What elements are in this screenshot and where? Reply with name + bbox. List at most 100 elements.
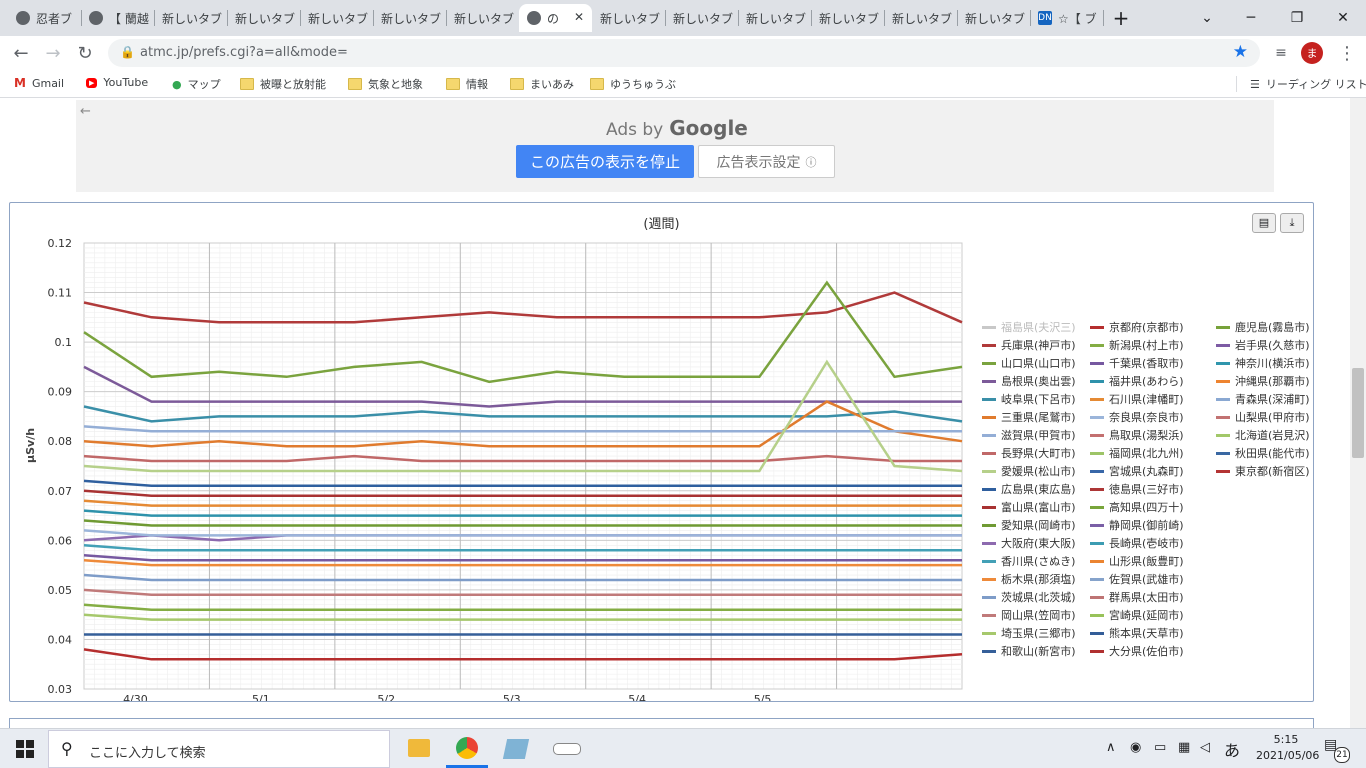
legend-item[interactable]: 愛知県(岡崎市) [982,517,1076,533]
browser-tab[interactable]: 新しいタブ [665,4,738,32]
legend-item[interactable]: 山形県(飯豊町) [1090,553,1184,569]
bookmark-item[interactable]: ▶ YouTube [86,76,148,89]
legend-item[interactable]: 沖縄県(那覇市) [1216,373,1310,389]
browser-tab[interactable]: 新しいタブ [592,4,665,32]
volume-icon[interactable]: ◁ [1200,740,1210,755]
legend-item[interactable]: 岐阜県(下呂市) [982,391,1076,407]
legend-item[interactable]: 神奈川(横浜市) [1216,355,1310,371]
clock[interactable]: 5:15 2021/05/06 [1256,732,1319,764]
legend-item[interactable]: 青森県(深浦町) [1216,391,1310,407]
bookmark-item[interactable]: 被曝と放射能 [240,76,326,92]
ad-settings-button[interactable]: 広告表示設定 ⓘ [698,145,835,178]
taskbar-search[interactable]: ⚲ ここに入力して検索 [48,730,390,768]
stop-ad-button[interactable]: この広告の表示を停止 [516,145,694,178]
browser-tab[interactable]: 【 蘭越 [81,4,154,32]
legend-item[interactable]: 岡山県(笠岡市) [982,607,1076,623]
bookmark-item[interactable]: M Gmail [14,76,64,90]
scrollbar-thumb[interactable] [1352,368,1364,458]
reading-list-button[interactable]: ☰ リーディング リスト [1250,76,1366,92]
back-button[interactable]: ← [8,40,34,66]
legend-item[interactable]: 大分県(佐伯市) [1090,643,1184,659]
legend-item[interactable]: 山梨県(甲府市) [1216,409,1310,425]
legend-item[interactable]: 埼玉県(三郷市) [982,625,1076,641]
legend-item[interactable]: 福岡県(北九州) [1090,445,1184,461]
legend-item[interactable]: 香川県(さぬき) [982,553,1075,569]
legend-item[interactable]: 奈良県(奈良市) [1090,409,1184,425]
media-control-button[interactable]: ≡ [1268,40,1294,66]
page-scrollbar[interactable] [1350,98,1366,728]
browser-tab[interactable]: 新しいタブ [373,4,446,32]
legend-item[interactable]: 和歌山(新宮市) [982,643,1076,659]
legend-item[interactable]: 栃木県(那須塩) [982,571,1076,587]
legend-item[interactable]: 広島県(東広島) [982,481,1076,497]
file-explorer-icon[interactable] [408,739,430,757]
new-tab-icon[interactable]: + [1107,4,1135,32]
meet-now-icon[interactable]: ◉ [1130,740,1141,755]
legend-item[interactable]: 富山県(富山市) [982,499,1076,515]
legend-item[interactable]: 新潟県(村上市) [1090,337,1184,353]
legend-item[interactable]: 北海道(岩見沢) [1216,427,1310,443]
legend-item[interactable]: 秋田県(能代市) [1216,445,1310,461]
windows-start-button[interactable] [16,740,34,758]
legend-item[interactable]: 静岡県(御前崎) [1090,517,1184,533]
legend-item[interactable]: 滋賀県(甲賀市) [982,427,1076,443]
bookmark-item[interactable]: ● マップ [172,76,221,92]
browser-tab[interactable]: 新しいタブ [154,4,227,32]
legend-item[interactable]: 山口県(山口市) [982,355,1076,371]
bookmark-item[interactable]: 情報 [446,76,488,92]
menu-button[interactable]: ⋮ [1334,40,1360,66]
browser-tab[interactable]: 新しいタブ [446,4,519,32]
browser-tab[interactable]: 新しいタブ [884,4,957,32]
close-window-icon[interactable]: ✕ [1320,4,1366,32]
ad-back-arrow-icon[interactable]: ← [80,104,91,119]
legend-item[interactable]: 三重県(尾鷲市) [982,409,1076,425]
ime-indicator[interactable]: あ [1224,737,1240,761]
legend-item[interactable]: 東京都(新宿区) [1216,463,1310,479]
legend-item[interactable]: 宮崎県(延岡市) [1090,607,1184,623]
tab-search-icon[interactable]: ⌄ [1184,4,1230,32]
train-app-icon[interactable] [553,743,581,755]
legend-item[interactable]: 岩手県(久慈市) [1216,337,1310,353]
legend-item[interactable]: 鳥取県(湯梨浜) [1090,427,1184,443]
reload-button[interactable]: ↻ [72,40,98,66]
bookmark-item[interactable]: 気象と地象 [348,76,423,92]
legend-item[interactable]: 高知県(四万十) [1090,499,1184,515]
legend-item[interactable]: 群馬県(太田市) [1090,589,1184,605]
bookmark-item[interactable]: まいあみ [510,76,574,92]
legend-item[interactable]: 大阪府(東大阪) [982,535,1076,551]
chrome-icon[interactable] [456,737,478,759]
legend-item[interactable]: 愛媛県(松山市) [982,463,1076,479]
battery-icon[interactable]: ▭ [1154,740,1166,755]
minimize-icon[interactable]: ─ [1228,4,1274,32]
legend-item[interactable]: 千葉県(香取市) [1090,355,1184,371]
browser-tab[interactable]: 新しいタブ [957,4,1030,32]
legend-item[interactable]: 長野県(大町市) [982,445,1076,461]
browser-tab[interactable]: の ✕ [519,4,592,32]
legend-item[interactable]: 宮城県(丸森町) [1090,463,1184,479]
legend-item[interactable]: 兵庫県(神戸市) [982,337,1076,353]
address-bar[interactable]: 🔒 atmc.jp/prefs.cgi?a=all&mode= ★ [108,39,1260,67]
legend-item[interactable]: 長崎県(壱岐市) [1090,535,1184,551]
legend-item[interactable]: 京都府(京都市) [1090,319,1184,335]
browser-tab[interactable]: DN ☆【 ブ [1030,4,1103,32]
close-tab-icon[interactable]: ✕ [574,10,584,24]
network-icon[interactable]: ▦ [1178,740,1190,755]
bookmark-star-icon[interactable]: ★ [1233,42,1248,62]
legend-item[interactable]: 石川県(津幡町) [1090,391,1184,407]
bookmark-item[interactable]: ゆうちゅうぶ [590,76,676,92]
profile-avatar[interactable]: ま [1301,42,1323,64]
legend-item[interactable]: 福島県(夫沢三) [982,319,1076,335]
legend-item[interactable]: 島根県(奥出雲) [982,373,1076,389]
browser-tab[interactable]: 忍者ブ [8,4,81,32]
browser-tab[interactable]: 新しいタブ [738,4,811,32]
browser-tab[interactable]: 新しいタブ [300,4,373,32]
forward-button[interactable]: → [40,40,66,66]
legend-item[interactable]: 茨城県(北茨城) [982,589,1076,605]
browser-tab[interactable]: 新しいタブ [811,4,884,32]
maximize-icon[interactable]: ❐ [1274,4,1320,32]
legend-item[interactable]: 福井県(あわら) [1090,373,1184,389]
legend-item[interactable]: 徳島県(三好市) [1090,481,1184,497]
browser-tab[interactable]: 新しいタブ [227,4,300,32]
app-icon[interactable] [502,739,530,759]
legend-item[interactable]: 佐賀県(武雄市) [1090,571,1184,587]
